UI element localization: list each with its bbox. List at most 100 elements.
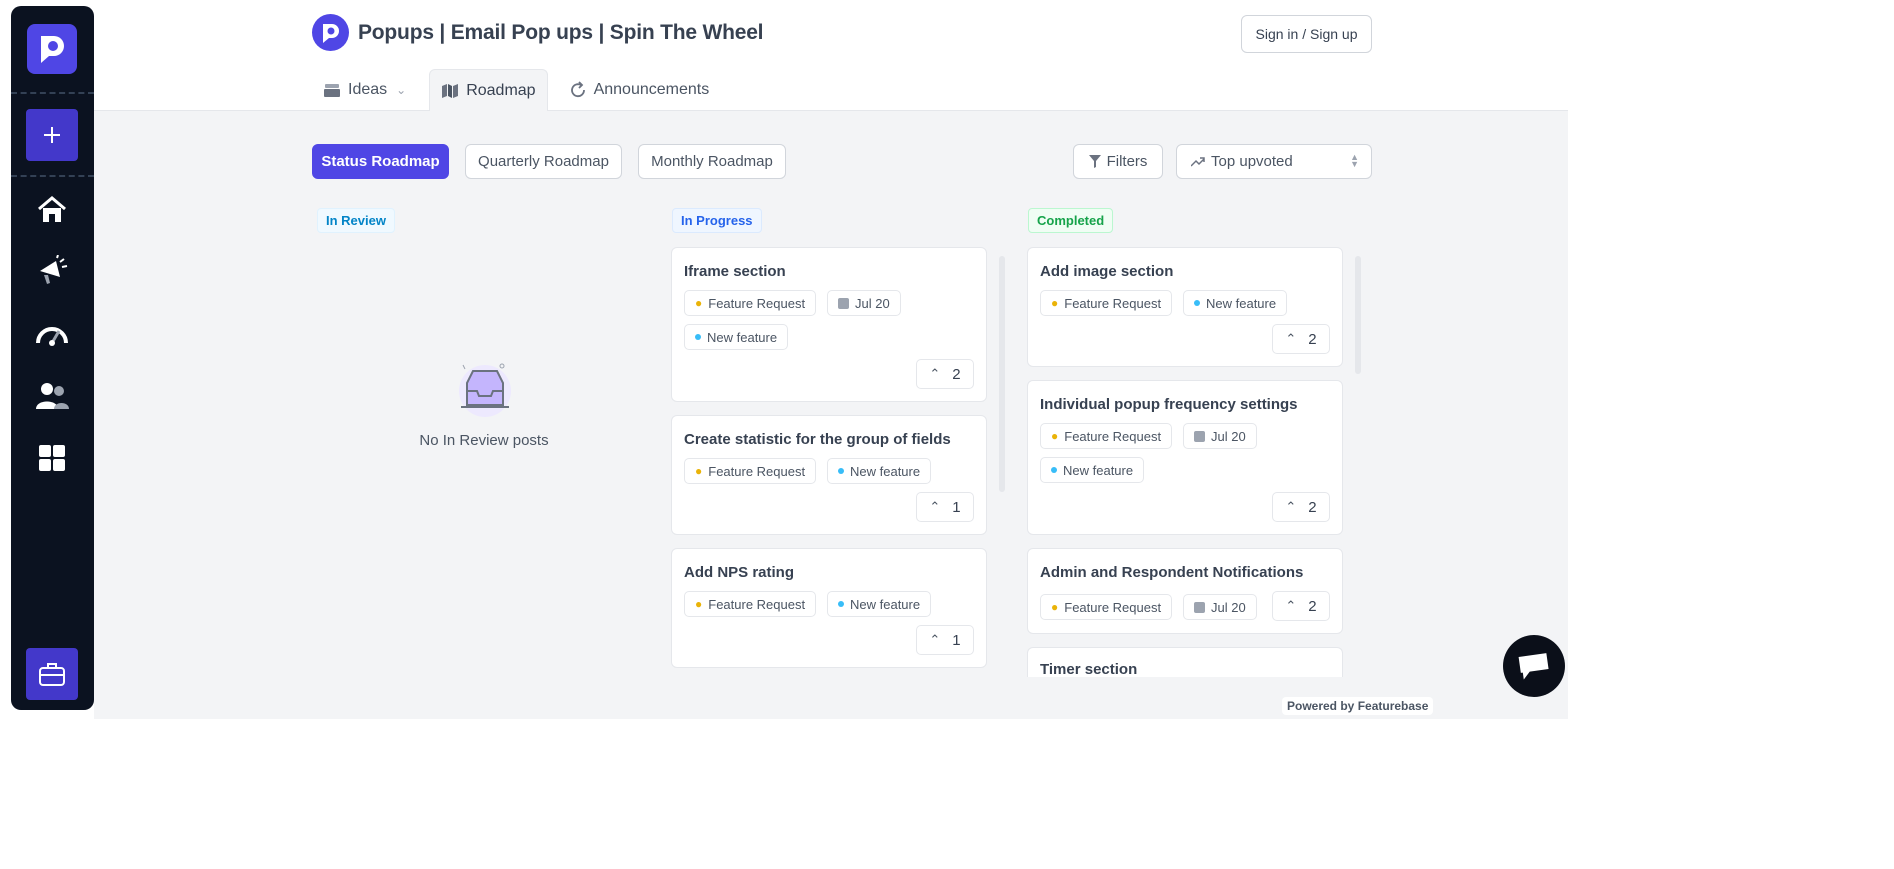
- date-chip: Jul 20: [827, 290, 901, 316]
- grid-icon: [39, 445, 65, 471]
- main-tabs: Ideas ⌄ Roadmap Announcements: [312, 69, 720, 111]
- chat-widget-button[interactable]: [1503, 635, 1565, 697]
- sign-in-button[interactable]: Sign in / Sign up: [1241, 15, 1372, 53]
- tag-label: Feature Request: [708, 463, 806, 479]
- tag-chip: New feature: [827, 458, 932, 484]
- empty-state: No In Review posts: [414, 361, 554, 449]
- nav-users[interactable]: [31, 375, 73, 417]
- column-label-in-review: In Review: [317, 208, 395, 233]
- nav-announcements[interactable]: [31, 250, 73, 292]
- tab-ideas[interactable]: Ideas ⌄: [312, 69, 417, 111]
- page-title: Popups | Email Pop ups | Spin The Wheel: [358, 20, 764, 44]
- layers-icon: [324, 84, 340, 97]
- nav-apps[interactable]: [31, 437, 73, 479]
- tab-label: Roadmap: [466, 81, 536, 99]
- workspace-button[interactable]: [26, 648, 78, 700]
- date-label: Jul 20: [855, 295, 890, 311]
- lightbulb-icon: ●: [695, 296, 703, 310]
- quarterly-roadmap-button[interactable]: Quarterly Roadmap: [465, 144, 622, 179]
- nav-dashboard[interactable]: [31, 313, 73, 355]
- tab-roadmap[interactable]: Roadmap: [429, 69, 548, 111]
- upvote-button[interactable]: ⌃ 2: [1272, 324, 1330, 354]
- post-card[interactable]: Timer section: [1027, 647, 1343, 677]
- tag-label: New feature: [850, 463, 921, 479]
- upvote-button[interactable]: ⌃ 1: [916, 492, 974, 522]
- post-title: Create statistic for the group of fields: [684, 431, 951, 448]
- tab-announcements[interactable]: Announcements: [558, 69, 721, 111]
- date-chip: Jul 20: [1183, 423, 1257, 449]
- post-title: Iframe section: [684, 263, 786, 280]
- post-card[interactable]: Iframe section ● Feature Request Jul 20 …: [671, 247, 987, 402]
- monthly-roadmap-button[interactable]: Monthly Roadmap: [638, 144, 786, 179]
- tag-label: Feature Request: [1064, 428, 1162, 444]
- chevron-updown-icon: ▲ ▼: [1350, 152, 1359, 169]
- tag-label: Feature Request: [1064, 295, 1162, 311]
- lightbulb-icon: ●: [1051, 429, 1059, 443]
- status-dot-icon: [838, 468, 844, 474]
- tag-label: Feature Request: [1064, 599, 1162, 615]
- tag-label: New feature: [1063, 462, 1134, 478]
- page-header: Popups | Email Pop ups | Spin The Wheel …: [94, 0, 1568, 111]
- lightbulb-icon: ●: [1051, 296, 1059, 310]
- sort-value: Top upvoted: [1211, 153, 1293, 170]
- divider: [11, 175, 94, 177]
- tag-chip: ● Feature Request: [1040, 594, 1173, 620]
- status-roadmap-button[interactable]: Status Roadmap: [312, 144, 449, 179]
- calendar-icon: [838, 297, 849, 309]
- status-dot-icon: [1194, 300, 1200, 306]
- tag-label: Feature Request: [708, 596, 806, 612]
- date-label: Jul 20: [1211, 599, 1246, 615]
- post-title: Add NPS rating: [684, 564, 795, 581]
- brand[interactable]: Popups | Email Pop ups | Spin The Wheel: [312, 14, 764, 51]
- chevron-up-icon: ⌃: [1285, 499, 1297, 514]
- filters-button[interactable]: Filters: [1073, 144, 1163, 179]
- post-card[interactable]: Admin and Respondent Notifications ● Fea…: [1027, 548, 1343, 634]
- tag-chip: ● Feature Request: [684, 458, 817, 484]
- column-label-completed: Completed: [1028, 208, 1114, 233]
- briefcase-icon: [39, 663, 65, 686]
- nav-home[interactable]: [31, 189, 73, 231]
- status-dot-icon: [695, 334, 701, 340]
- post-card[interactable]: Create statistic for the group of fields…: [671, 415, 987, 535]
- tag-chip: New feature: [684, 324, 789, 350]
- plus-icon: [44, 127, 60, 143]
- filters-label: Filters: [1106, 153, 1148, 170]
- post-title: Individual popup frequency settings: [1040, 396, 1298, 413]
- tag-chip: ● Feature Request: [684, 290, 817, 316]
- tag-chip: New feature: [1040, 457, 1145, 483]
- column-scrollbar[interactable]: [1355, 256, 1361, 374]
- post-title: Timer section: [1040, 661, 1138, 677]
- inbox-icon: [459, 363, 511, 417]
- status-dot-icon: [838, 601, 844, 607]
- post-card[interactable]: Add image section ● Feature Request New …: [1027, 247, 1343, 367]
- tag-chip: New feature: [1183, 290, 1288, 316]
- tag-label: New feature: [707, 329, 778, 345]
- map-icon: [442, 83, 459, 98]
- column-scrollbar[interactable]: [999, 256, 1005, 492]
- upvote-button[interactable]: ⌃ 2: [1272, 492, 1330, 522]
- vote-count: 1: [952, 498, 961, 516]
- post-title: Add image section: [1040, 263, 1174, 280]
- powered-by-link[interactable]: Powered by Featurebase: [1282, 697, 1434, 715]
- trending-up-icon: [1191, 156, 1205, 167]
- app-sidebar: [11, 6, 94, 710]
- tab-label: Announcements: [593, 81, 710, 98]
- chevron-up-icon: ⌃: [929, 366, 941, 381]
- post-card[interactable]: Add NPS rating ● Feature Request New fea…: [671, 548, 987, 668]
- home-icon: [38, 196, 66, 222]
- app-logo[interactable]: [27, 24, 77, 74]
- upvote-button[interactable]: ⌃ 2: [916, 359, 974, 389]
- lightbulb-icon: ●: [695, 597, 703, 611]
- empty-state-text: No In Review posts: [419, 432, 549, 449]
- sort-select[interactable]: Top upvoted ▲ ▼: [1176, 144, 1372, 179]
- post-card[interactable]: Individual popup frequency settings ● Fe…: [1027, 380, 1343, 535]
- vote-count: 1: [952, 631, 961, 649]
- upvote-button[interactable]: ⌃ 2: [1272, 591, 1330, 621]
- upvote-button[interactable]: ⌃ 1: [916, 625, 974, 655]
- create-button[interactable]: [26, 109, 78, 161]
- chat-bubble-icon: [1518, 653, 1549, 680]
- calendar-icon: [1194, 601, 1205, 613]
- calendar-icon: [1194, 430, 1205, 442]
- refresh-icon: [570, 81, 585, 98]
- tag-label: New feature: [850, 596, 921, 612]
